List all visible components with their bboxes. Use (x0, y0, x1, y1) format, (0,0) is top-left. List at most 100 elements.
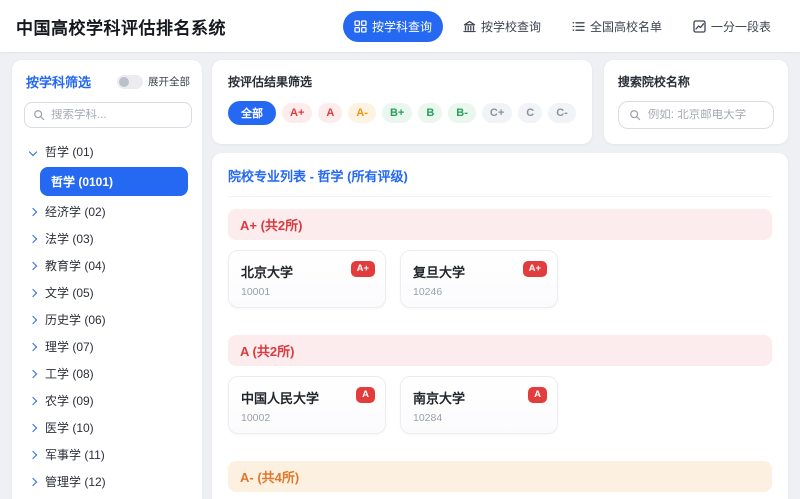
tree-item-label: 农学 (09) (45, 392, 94, 409)
chevron-right-icon (29, 450, 37, 458)
tree-item-label: 法学 (03) (45, 230, 94, 247)
tree-item[interactable]: 文学 (05) (24, 279, 192, 306)
tree-item[interactable]: 理学 (07) (24, 333, 192, 360)
main-nav: 按学科查询 按学校查询 全国高校名单 一分一段表 (343, 11, 782, 42)
nav-tab-label: 按学科查询 (372, 18, 432, 35)
rating-chip[interactable]: C- (548, 103, 576, 123)
school-search-box[interactable] (618, 101, 774, 129)
school-code: 10001 (241, 286, 373, 298)
tree-item-label: 工学 (08) (45, 365, 94, 382)
tree-item-label: 经济学 (02) (45, 203, 106, 220)
tree-item[interactable]: 哲学 (0101) (40, 167, 188, 196)
list-icon (572, 20, 585, 33)
grade-badge: A (356, 387, 375, 403)
tree-item[interactable]: 农学 (09) (24, 387, 192, 414)
grade-badge: A+ (523, 261, 547, 277)
grade-section: A+ (共2所) 北京大学 10001 A+ 复旦大学 10246 A+ (228, 209, 772, 308)
school-card[interactable]: 复旦大学 10246 A+ (400, 250, 558, 308)
tree-item[interactable]: 历史学 (06) (24, 306, 192, 333)
school-search-title: 搜索院校名称 (618, 73, 774, 90)
rating-chip[interactable]: B (418, 103, 442, 123)
nav-tab[interactable]: 按学科查询 (343, 11, 443, 42)
grid-icon (354, 20, 367, 33)
school-card[interactable]: 北京大学 10001 A+ (228, 250, 386, 308)
chevron-right-icon (29, 261, 37, 269)
grade-sections: A+ (共2所) 北京大学 10001 A+ 复旦大学 10246 A+ A (… (228, 209, 772, 499)
nav-tab-label: 一分一段表 (711, 18, 771, 35)
school-card[interactable]: 中国人民大学 10002 A (228, 376, 386, 434)
discipline-search-box[interactable] (24, 102, 192, 128)
tree-item-label: 管理学 (12) (45, 473, 106, 490)
tree-item-label: 历史学 (06) (45, 311, 106, 328)
grade-badge: A (528, 387, 547, 403)
rating-chip[interactable]: B+ (382, 103, 412, 123)
rating-chip[interactable]: 全部 (228, 101, 276, 125)
school-search-panel: 搜索院校名称 (604, 60, 788, 144)
rating-chip[interactable]: C+ (482, 103, 512, 123)
sidebar-header: 按学科筛选 展开全部 (24, 72, 192, 91)
grade-section-header: A- (共4所) (228, 461, 772, 492)
rating-filter-panel: 按评估结果筛选 全部 A+ A A- B+ B B- C+ C C- (212, 60, 592, 144)
rating-filter-title: 按评估结果筛选 (228, 73, 576, 90)
rating-chip[interactable]: B- (448, 103, 476, 123)
tree-item[interactable]: 经济学 (02) (24, 198, 192, 225)
school-code: 10284 (413, 412, 545, 424)
tree-item-label: 教育学 (04) (45, 257, 106, 274)
search-icon (33, 109, 45, 121)
tree-item-label: 哲学 (0101) (51, 173, 113, 190)
tree-item[interactable]: 教育学 (04) (24, 252, 192, 279)
top-bar: 中国高校学科评估排名系统 按学科查询 按学校查询 全国高校名单 一分一段表 (0, 0, 800, 52)
school-name: 南京大学 (413, 388, 545, 407)
tree-item[interactable]: 哲学 (01) (24, 138, 192, 165)
grade-section: A (共2所) 中国人民大学 10002 A 南京大学 10284 A (228, 335, 772, 434)
nav-tab[interactable]: 全国高校名单 (561, 11, 673, 42)
tree-item[interactable]: 法学 (03) (24, 225, 192, 252)
chevron-right-icon (29, 207, 37, 215)
sidebar-title: 按学科筛选 (26, 72, 91, 91)
rating-chip[interactable]: A (318, 103, 342, 123)
discipline-tree: 哲学 (01) 哲学 (0101) 经济学 (02) 法学 (03) 教育学 (… (24, 138, 192, 499)
expand-all-control[interactable]: 展开全部 (117, 74, 190, 89)
chevron-right-icon (29, 315, 37, 323)
tree-item[interactable]: 工学 (08) (24, 360, 192, 387)
chevron-down-icon (29, 147, 37, 155)
chevron-right-icon (29, 423, 37, 431)
rating-chip[interactable]: C (518, 103, 542, 123)
discipline-sidebar: 按学科筛选 展开全部 哲学 (01) 哲学 (0101) 经济学 (02) 法学… (12, 60, 202, 499)
chevron-right-icon (29, 288, 37, 296)
nav-tab[interactable]: 按学校查询 (452, 11, 552, 42)
school-name: 中国人民大学 (241, 388, 373, 407)
chevron-right-icon (29, 342, 37, 350)
tree-item[interactable]: 军事学 (11) (24, 441, 192, 468)
school-card[interactable]: 南京大学 10284 A (400, 376, 558, 434)
grade-section-header: A (共2所) (228, 335, 772, 366)
nav-tab[interactable]: 一分一段表 (682, 11, 782, 42)
tree-item-label: 医学 (10) (45, 419, 94, 436)
chevron-right-icon (29, 396, 37, 404)
school-search-input[interactable] (648, 109, 763, 121)
tree-item[interactable]: 管理学 (12) (24, 468, 192, 495)
rating-chip[interactable]: A+ (282, 103, 312, 123)
nav-tab-label: 全国高校名单 (590, 18, 662, 35)
school-code: 10002 (241, 412, 373, 424)
nav-tab-label: 按学校查询 (481, 18, 541, 35)
rating-chip[interactable]: A- (348, 103, 376, 123)
tree-item[interactable]: 艺术学 (13) (24, 495, 192, 499)
content-area: 按学科筛选 展开全部 哲学 (01) 哲学 (0101) 经济学 (02) 法学… (0, 52, 800, 499)
chevron-right-icon (29, 477, 37, 485)
school-cards: 中国人民大学 10002 A 南京大学 10284 A (228, 376, 772, 434)
expand-all-toggle[interactable] (117, 75, 143, 89)
tree-item-label: 哲学 (01) (45, 143, 94, 160)
school-code: 10246 (413, 286, 545, 298)
tree-item-label: 理学 (07) (45, 338, 94, 355)
app-title: 中国高校学科评估排名系统 (16, 14, 226, 39)
expand-all-label: 展开全部 (148, 74, 190, 89)
tree-item[interactable]: 医学 (10) (24, 414, 192, 441)
chevron-right-icon (29, 369, 37, 377)
grade-section-header: A+ (共2所) (228, 209, 772, 240)
search-icon (629, 109, 641, 121)
school-list-panel: 院校专业列表 - 哲学 (所有评级) A+ (共2所) 北京大学 10001 A… (212, 153, 788, 499)
main-column: 按评估结果筛选 全部 A+ A A- B+ B B- C+ C C- 搜索院校名… (212, 60, 788, 499)
bank-icon (463, 20, 476, 33)
discipline-search-input[interactable] (51, 109, 183, 121)
